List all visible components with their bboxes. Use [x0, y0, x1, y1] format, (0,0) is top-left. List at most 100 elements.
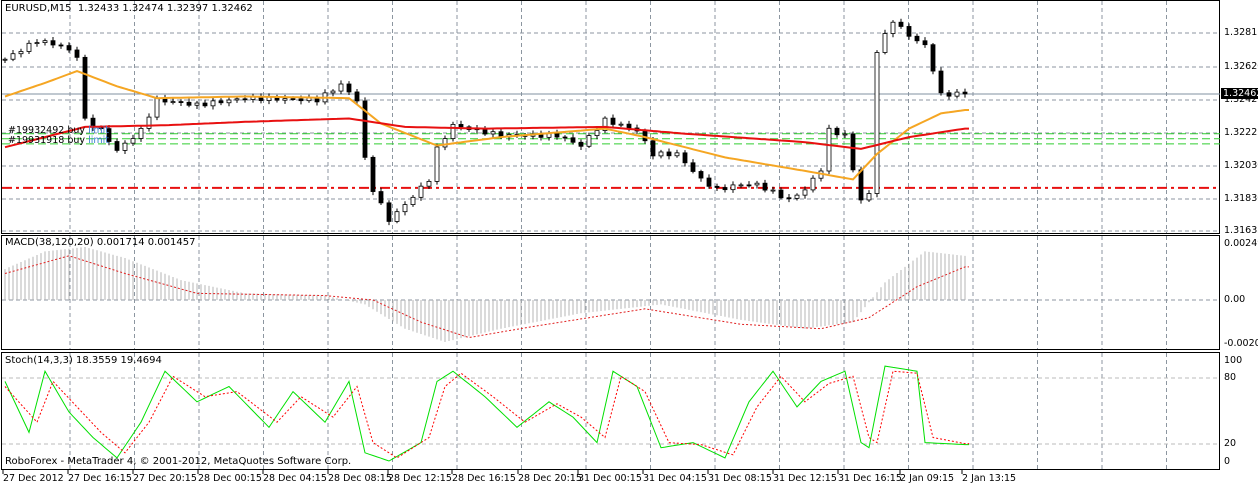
candle-body — [2, 58, 8, 61]
candle-body — [58, 44, 64, 47]
candle-body — [298, 98, 304, 102]
panel-border — [1, 352, 1220, 470]
time-label: 28 Dec 04:15 — [263, 473, 327, 484]
candle-body — [386, 202, 392, 222]
candle-body — [242, 98, 248, 101]
time-label: 28 Dec 08:15 — [328, 473, 392, 484]
candle-body — [410, 196, 416, 205]
candle-body — [130, 138, 136, 144]
time-label: 27 Dec 2012 — [3, 473, 64, 484]
candle-body — [858, 169, 864, 201]
candle-body — [42, 40, 48, 44]
time-label: 31 Dec 08:15 — [708, 473, 772, 484]
candle-body — [154, 97, 160, 118]
candle-body — [458, 124, 464, 128]
candle-body — [450, 124, 456, 139]
time-label: 27 Dec 20:15 — [133, 473, 197, 484]
candle-body — [370, 156, 376, 192]
candle-body — [594, 130, 600, 136]
candle-body — [738, 184, 744, 187]
candle-body — [730, 184, 736, 191]
candle-body — [946, 92, 952, 97]
chart-header: EURUSD,M15 1.32433 1.32474 1.32397 1.324… — [5, 3, 253, 14]
symbol-label: EURUSD,M15 — [5, 3, 72, 14]
time-label: 28 Dec 12:15 — [388, 473, 452, 484]
candle-body — [826, 127, 832, 172]
candle-body — [562, 136, 568, 139]
candle-body — [658, 151, 664, 157]
candle-body — [290, 98, 296, 100]
copyright-text: RoboForex - MetaTrader 4, © 2001-2012, M… — [5, 456, 352, 467]
candle-body — [82, 56, 88, 119]
candle-body — [442, 138, 448, 148]
macd-signal-line — [4, 255, 969, 339]
candle-body — [26, 42, 32, 52]
candle-body — [234, 98, 240, 101]
candle-body — [490, 131, 496, 135]
candle-body — [914, 35, 920, 42]
candle-body — [226, 99, 232, 104]
candle-body — [922, 40, 928, 46]
candle-body — [66, 45, 72, 51]
time-label: 2 Jan 13:15 — [962, 473, 1017, 484]
candle-body — [378, 191, 384, 204]
stoch-tick: 80 — [1224, 372, 1237, 383]
ohlc-values: 1.32433 1.32474 1.32397 1.32462 — [77, 3, 253, 14]
candle-body — [434, 146, 440, 182]
time-label: 31 Dec 04:15 — [643, 473, 707, 484]
candle-body — [786, 197, 792, 200]
candle-body — [626, 123, 632, 129]
candle-body — [10, 53, 16, 60]
candle-body — [178, 101, 184, 103]
candle-body — [890, 21, 896, 34]
stoch-main-line — [4, 365, 969, 462]
candle-body — [554, 132, 560, 138]
price-tick: 1.32030 — [1224, 160, 1258, 171]
price-tick: 1.32620 — [1224, 61, 1258, 72]
candle-body — [698, 171, 704, 179]
candle-body — [898, 21, 904, 27]
candle-body — [570, 137, 576, 143]
candle-body — [210, 100, 216, 107]
candle-body — [338, 83, 344, 92]
macd-tick: 0.00249 — [1224, 238, 1258, 249]
candle-body — [282, 98, 288, 101]
candle-body — [650, 140, 656, 157]
candle-body — [578, 141, 584, 147]
candle-body — [794, 194, 800, 199]
candle-body — [874, 52, 880, 194]
price-tick: 1.32815 — [1224, 27, 1258, 38]
time-label: 31 Dec 00:15 — [578, 473, 642, 484]
candle-body — [618, 123, 624, 126]
stoch-tick: 100 — [1224, 355, 1243, 366]
panel-border — [1, 235, 1220, 350]
candle-body — [882, 33, 888, 53]
candle-body — [682, 152, 688, 164]
candle-body — [810, 177, 816, 191]
candle-body — [866, 193, 872, 201]
candle-body — [138, 127, 144, 139]
candle-body — [762, 182, 768, 191]
macd-label: MACD(38,120,20) 0.001714 0.001457 — [5, 237, 196, 248]
candle-body — [834, 127, 840, 136]
candle-body — [722, 187, 728, 191]
time-label: 31 Dec 12:15 — [773, 473, 837, 484]
candle-body — [194, 102, 200, 106]
candle-body — [938, 70, 944, 94]
candle-body — [146, 116, 152, 129]
time-label: 28 Dec 00:15 — [198, 473, 262, 484]
candle-body — [346, 83, 352, 93]
stoch-tick: 20 — [1224, 438, 1237, 449]
candle-body — [666, 151, 672, 157]
metatrader-chart-window: EURUSD,M15 1.32433 1.32474 1.32397 1.324… — [0, 0, 1258, 487]
candle-body — [394, 211, 400, 222]
candle-body — [802, 189, 808, 196]
candle-body — [330, 90, 336, 94]
candle-body — [402, 204, 408, 213]
stoch-signal-line — [4, 370, 969, 459]
candle-body — [586, 135, 592, 147]
macd-tick: 0.00 — [1224, 294, 1246, 305]
order-label-2[interactable]: #19931918 buy limit — [8, 135, 109, 146]
price-tick: 1.32225 — [1224, 127, 1258, 138]
price-tick: 1.31830 — [1224, 193, 1258, 204]
